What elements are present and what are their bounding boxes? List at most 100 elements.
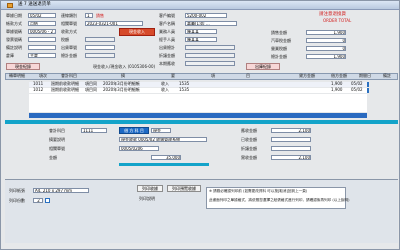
- row2-account: 過期前收款明細: [51, 87, 79, 92]
- detail-grid-footer: [29, 113, 367, 118]
- collect-method-label: 收款方式: [61, 29, 77, 34]
- paper-select[interactable]: A4, 210 x 297 mm: [33, 188, 89, 193]
- ship-field[interactable]: [85, 45, 115, 50]
- desc-label: 摘要說明: [49, 137, 65, 142]
- row2-amount: 1535: [179, 87, 190, 92]
- grid-scroll-marker: [367, 88, 369, 93]
- col-item-2: 目: [246, 73, 250, 78]
- right-value-3: 0: [306, 46, 346, 51]
- invoice-label: 發票號碼: [6, 37, 22, 42]
- total-field: [85, 53, 115, 58]
- customer-code-label: 客戶編號: [159, 13, 175, 18]
- row2-credit: 1,900: [331, 87, 343, 92]
- status-suffix: 銷售: [96, 13, 104, 18]
- ref-field[interactable]: 2023-0321-001: [85, 21, 143, 26]
- tip-title: 列印說明: [139, 196, 155, 201]
- summary-label-1: 出貨總計: [159, 45, 175, 50]
- total-label: 總計金額: [61, 53, 77, 58]
- tip-text-1: ※ 請務必確認列印前 (如需更改資料 可以按[取消]回到上一頁): [209, 189, 308, 193]
- lower-right-value-3: [271, 146, 311, 151]
- lower-right-label-3: 折讓金額: [241, 146, 257, 151]
- note-field[interactable]: [28, 45, 56, 50]
- status-label: 連線類別: [61, 13, 77, 18]
- summary-label-2: 折讓金額: [159, 53, 175, 58]
- row1-credit: 1,900: [331, 81, 343, 86]
- amount-label: 金額: [49, 155, 57, 160]
- window-title: 送 7 送送退货单: [18, 2, 51, 7]
- warehouse-field[interactable]: 主倉: [28, 53, 56, 58]
- row2-date: 05/02: [351, 87, 363, 92]
- col-desc-2: 要: [171, 73, 175, 78]
- account-type-label: 借 方 科 目: [119, 127, 149, 134]
- toolbar-info: 現金收入/現金收入 (0105306-00): [93, 64, 156, 69]
- app-icon: [7, 3, 13, 8]
- copies-stepper-icon[interactable]: [45, 198, 50, 203]
- section-divider: [5, 120, 398, 124]
- preview-receipt-button[interactable]: 列印預覽收據: [167, 185, 201, 192]
- table-row[interactable]: [29, 88, 367, 93]
- right-label-3: 營業稅額: [271, 46, 287, 51]
- lower-right-label-2: 已收金額: [241, 137, 257, 142]
- tip-text-2: 此畫面列印之單據格式，將依照您選擇之紙張格式進行列印，請確認後再列印 (以上說明…: [209, 198, 350, 202]
- handler-field[interactable]: 陳某某: [185, 37, 217, 42]
- app-window: 送 7 送送退货单 單據日期 05/02 連線類別 1 銷售 帳款方式 月結 相…: [0, 0, 400, 250]
- tax-label: 稅額: [61, 37, 69, 42]
- row1-no: 1011: [33, 81, 44, 86]
- table-row[interactable]: [29, 82, 367, 87]
- right-label-1: 銷售金額: [271, 30, 287, 35]
- doc-no-label: 單據號碼: [6, 29, 22, 34]
- lower-right-value-4: 2,100: [271, 155, 311, 160]
- col-debit: 借方金額: [331, 73, 347, 78]
- copies-field[interactable]: 2: [33, 198, 43, 203]
- col-credit: 貸方金額: [299, 73, 315, 78]
- lower-ref-field[interactable]: 0005/0206: [119, 146, 159, 151]
- outbound-record-button[interactable]: 出庫紀錄: [246, 63, 280, 70]
- row1-qty: 收入: [161, 81, 169, 86]
- handler-label: 經手人員: [159, 37, 175, 42]
- summary-field-1: [185, 45, 235, 50]
- row2-no: 1012: [33, 87, 44, 92]
- row1-account: 過期前收款明細: [51, 81, 79, 86]
- col-no: 項次: [39, 73, 47, 78]
- right-value-4: 1,900: [306, 54, 346, 59]
- col-account: 會計科目: [61, 73, 77, 78]
- row2-qty: 收入: [161, 87, 169, 92]
- col-desc-1: 摘: [121, 73, 125, 78]
- doc-date-field[interactable]: 05/02: [28, 13, 56, 18]
- summary-field-2: [185, 53, 235, 58]
- row1-text: 2020年3月份明細帳: [103, 81, 140, 86]
- doc-no-field[interactable]: 0005/06 - 2 3: [28, 29, 56, 34]
- account-field[interactable]: 1111: [81, 128, 107, 133]
- status-field[interactable]: 1: [85, 13, 93, 18]
- cash-record-button[interactable]: 現金紀錄: [6, 63, 40, 70]
- notice-title: 請注意退換貨: [319, 12, 346, 17]
- detail-grid-body: [29, 94, 367, 112]
- row1-amount: 1535: [179, 81, 190, 86]
- amount-field[interactable]: 35,000: [151, 155, 181, 160]
- customer-code-field[interactable]: 5200-002: [185, 13, 227, 18]
- paper-label: 列印紙張: [9, 188, 25, 193]
- collect-method-button[interactable]: 現金收入: [119, 28, 155, 36]
- copies-label: 列印份數: [9, 198, 25, 203]
- amount-underline: [119, 163, 209, 166]
- payment-field[interactable]: 月結: [28, 21, 56, 26]
- grid-scroll-marker: [367, 82, 369, 87]
- detail-section-label: 轉單明細: [9, 73, 25, 78]
- warehouse-label: 倉庫: [6, 53, 14, 58]
- lower-right-label-1: 應收金額: [241, 128, 257, 133]
- sales-field[interactable]: 陳某某: [185, 29, 217, 34]
- lower-right-value-1: 2,100: [271, 128, 311, 133]
- invoice-field[interactable]: [28, 37, 56, 42]
- notice-sub: ORDER TOTAL: [323, 18, 352, 23]
- summary-label-3: 本期應收: [159, 61, 175, 66]
- row2-desc: 項目同: [85, 87, 97, 92]
- customer-name-field[interactable]: 嘉義(1)店 ...: [185, 21, 237, 26]
- sales-label: 業務人員: [159, 29, 175, 34]
- row1-date: 05/02: [351, 81, 363, 86]
- print-receipt-button[interactable]: 列印收據: [137, 185, 163, 192]
- right-label-2: 汽車稅金額: [271, 38, 291, 43]
- desc-field[interactable]: 現金收款 0005/02 收銀管理系統: [119, 137, 207, 142]
- right-label-4: 總計金額: [271, 54, 287, 59]
- account-label: 會計科目: [49, 128, 65, 133]
- account-type-field[interactable]: 現金: [151, 128, 171, 133]
